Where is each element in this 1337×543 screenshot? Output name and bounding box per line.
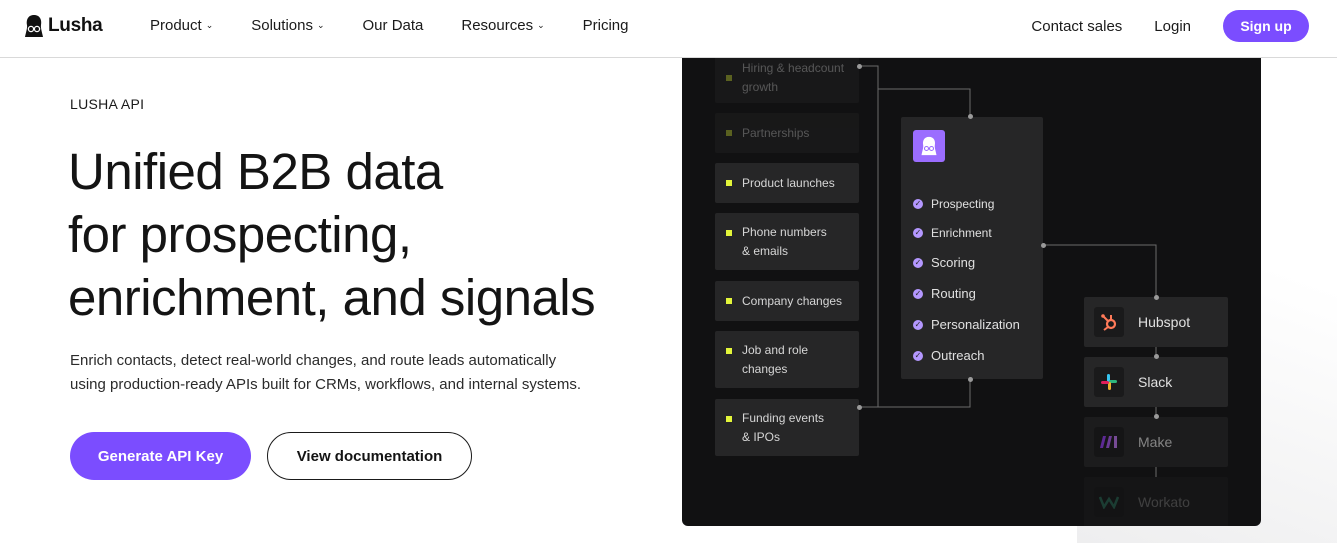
connector-dot bbox=[968, 114, 973, 119]
hub-item-enrichment: ✓ Enrichment bbox=[913, 226, 992, 240]
api-flow-diagram: Hiring & headcount growth Partnerships P… bbox=[682, 58, 1261, 526]
nav-product-label: Product bbox=[150, 17, 202, 34]
main-menu: Product ⌄ Solutions ⌄ Our Data Resources… bbox=[150, 17, 666, 34]
nav-solutions-label: Solutions bbox=[251, 17, 313, 34]
hub-item-personalization: ✓ Personalization bbox=[913, 317, 1020, 332]
nav-resources[interactable]: Resources ⌄ bbox=[461, 17, 544, 34]
destination-hubspot: Hubspot bbox=[1084, 297, 1228, 347]
bullet-square-icon bbox=[726, 416, 732, 422]
source-label: Funding events & IPOs bbox=[742, 410, 825, 444]
logo-text: Lusha bbox=[48, 15, 103, 36]
source-company-changes: Company changes bbox=[715, 281, 859, 321]
destination-label: Workato bbox=[1138, 494, 1190, 510]
nav-pricing-label: Pricing bbox=[582, 17, 629, 34]
connector-dot bbox=[1154, 414, 1159, 419]
source-label: Hiring & headcount growth bbox=[742, 60, 845, 94]
connector-dot bbox=[1041, 243, 1046, 248]
contact-sales-link[interactable]: Contact sales bbox=[1031, 18, 1122, 35]
make-icon bbox=[1094, 427, 1124, 457]
generate-api-key-button[interactable]: Generate API Key bbox=[70, 432, 251, 480]
slack-icon bbox=[1094, 367, 1124, 397]
source-partnerships: Partnerships bbox=[715, 113, 859, 153]
chevron-down-icon: ⌄ bbox=[316, 20, 325, 30]
chevron-down-icon: ⌄ bbox=[205, 20, 214, 30]
bullet-square-icon bbox=[726, 298, 732, 304]
description-line-1: Enrich contacts, detect real-world chang… bbox=[70, 352, 557, 369]
source-label: Company changes bbox=[742, 293, 843, 308]
source-label: Job and role changes bbox=[742, 342, 809, 376]
login-link[interactable]: Login bbox=[1154, 18, 1191, 35]
check-icon: ✓ bbox=[913, 228, 923, 238]
headline-line-1: Unified B2B data bbox=[68, 143, 443, 200]
hub-item-label: Routing bbox=[931, 286, 976, 301]
hero-description: Enrich contacts, detect real-world chang… bbox=[70, 349, 630, 397]
nav-resources-label: Resources bbox=[461, 17, 534, 34]
lusha-logo[interactable]: Lusha bbox=[24, 14, 103, 38]
workato-icon bbox=[1094, 487, 1124, 517]
nav-pricing[interactable]: Pricing bbox=[583, 17, 629, 34]
nav-product[interactable]: Product ⌄ bbox=[150, 17, 213, 34]
eyebrow-label: LUSHA API bbox=[70, 96, 145, 112]
source-funding-ipos: Funding events & IPOs bbox=[715, 399, 859, 456]
nav-our-data-label: Our Data bbox=[362, 17, 424, 34]
check-icon: ✓ bbox=[913, 257, 923, 268]
bullet-square-icon bbox=[726, 130, 732, 136]
hub-item-scoring: ✓ Scoring bbox=[913, 255, 975, 270]
destination-label: Hubspot bbox=[1138, 314, 1191, 330]
hub-item-label: Outreach bbox=[931, 348, 985, 363]
sign-up-button[interactable]: Sign up bbox=[1223, 10, 1309, 42]
hub-item-label: Prospecting bbox=[931, 197, 995, 211]
hubspot-icon bbox=[1094, 307, 1124, 337]
check-icon: ✓ bbox=[913, 350, 923, 361]
headline-line-3: enrichment, and signals bbox=[68, 269, 596, 326]
bullet-square-icon bbox=[726, 230, 732, 236]
source-label: Phone numbers & emails bbox=[742, 224, 827, 258]
lusha-icon bbox=[913, 130, 945, 162]
bullet-square-icon bbox=[726, 348, 732, 354]
headline-line-2: for prospecting, bbox=[68, 206, 412, 263]
connector-dot bbox=[857, 64, 862, 69]
destination-workato: Workato bbox=[1084, 477, 1228, 526]
lusha-api-hub: ✓ Prospecting ✓ Enrichment ✓ Scoring ✓ R… bbox=[901, 117, 1043, 379]
hub-item-label: Scoring bbox=[931, 255, 976, 270]
hub-item-routing: ✓ Routing bbox=[913, 286, 976, 301]
top-navigation: Lusha Product ⌄ Solutions ⌄ Our Data Res… bbox=[0, 0, 1337, 58]
source-phone-emails: Phone numbers & emails bbox=[715, 213, 859, 270]
destination-label: Make bbox=[1138, 434, 1173, 450]
nav-our-data[interactable]: Our Data bbox=[363, 17, 424, 34]
bullet-square-icon bbox=[726, 180, 732, 186]
hub-item-label: Enrichment bbox=[931, 226, 992, 240]
check-icon: ✓ bbox=[913, 288, 923, 299]
connector-dot bbox=[968, 377, 973, 382]
hub-item-outreach: ✓ Outreach bbox=[913, 348, 984, 363]
check-icon: ✓ bbox=[913, 199, 923, 209]
source-label: Product launches bbox=[742, 175, 835, 190]
connector-dot bbox=[1154, 354, 1159, 359]
view-documentation-button[interactable]: View documentation bbox=[267, 432, 472, 480]
connector-dot bbox=[1154, 295, 1159, 300]
bullet-square-icon bbox=[726, 74, 732, 81]
nav-actions: Contact sales Login Sign up bbox=[1031, 10, 1309, 42]
lusha-logo-icon bbox=[25, 15, 43, 37]
destination-label: Slack bbox=[1138, 374, 1173, 390]
page-title: Unified B2B data for prospecting, enrich… bbox=[68, 140, 668, 329]
nav-solutions[interactable]: Solutions ⌄ bbox=[251, 17, 324, 34]
hub-item-label: Personalization bbox=[931, 317, 1020, 332]
source-hiring-headcount: Hiring & headcount growth bbox=[715, 58, 859, 103]
chevron-down-icon: ⌄ bbox=[537, 20, 545, 30]
destination-make: Make bbox=[1084, 417, 1228, 467]
description-line-2: using production-ready APIs built for CR… bbox=[70, 376, 582, 393]
source-label: Partnerships bbox=[742, 125, 810, 140]
source-job-role-changes: Job and role changes bbox=[715, 331, 859, 388]
connector-dot bbox=[857, 405, 862, 410]
check-icon: ✓ bbox=[913, 319, 923, 330]
hub-item-prospecting: ✓ Prospecting bbox=[913, 197, 994, 211]
source-product-launches: Product launches bbox=[715, 163, 859, 203]
destination-slack: Slack bbox=[1084, 357, 1228, 407]
